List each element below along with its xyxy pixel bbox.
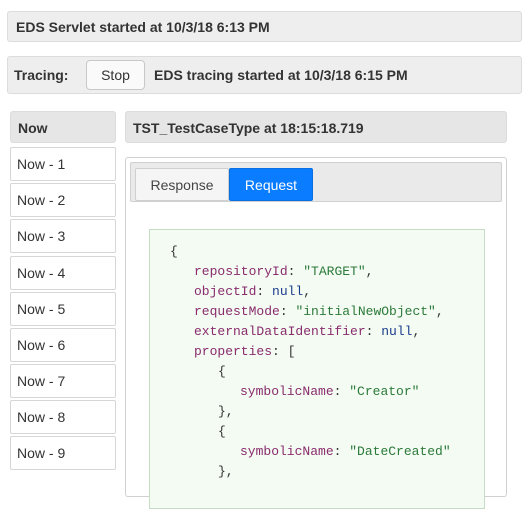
code-line: objectId: null, (194, 284, 312, 299)
detail-panel: Response Request { repositoryId: "TARGET… (125, 157, 507, 509)
request-list-item[interactable]: Now - 5 (10, 292, 116, 326)
tracing-status-text: EDS tracing started at 10/3/18 6:15 PM (154, 67, 408, 83)
request-list-item[interactable]: Now - 2 (10, 183, 116, 217)
code-line: { (218, 364, 226, 379)
code-line: repositoryId: "TARGET", (194, 264, 374, 279)
request-json-view: { repositoryId: "TARGET", objectId: null… (149, 229, 485, 509)
tab-response[interactable]: Response (135, 168, 229, 201)
detail-title: TST_TestCaseType at 18:15:18.719 (125, 111, 507, 143)
request-list-item[interactable]: Now - 4 (10, 256, 116, 290)
code-line: properties: [ (194, 344, 296, 359)
servlet-status-text: EDS Servlet started at 10/3/18 6:13 PM (16, 19, 270, 35)
code-line: requestMode: "initialNewObject", (194, 304, 444, 319)
tab-request[interactable]: Request (229, 168, 313, 201)
tracing-bar: Tracing: Stop EDS tracing started at 10/… (7, 56, 522, 94)
request-list-item[interactable]: Now - 1 (10, 147, 116, 181)
code-line: { (218, 424, 226, 439)
request-list-item[interactable]: Now - 6 (10, 328, 116, 362)
code-line: symbolicName: "DateCreated" (240, 444, 451, 459)
tracing-label: Tracing: (14, 67, 69, 83)
stop-tracing-button[interactable]: Stop (86, 60, 145, 90)
code-line: { (170, 244, 178, 259)
code-line: }, (218, 404, 234, 419)
code-line: symbolicName: "Creator" (240, 384, 420, 399)
request-list-item[interactable]: Now - 3 (10, 219, 116, 253)
code-line: }, (218, 464, 234, 479)
code-line: externalDataIdentifier: null, (194, 324, 421, 339)
request-list-item[interactable]: Now - 8 (10, 400, 116, 434)
request-list-item[interactable]: Now - 9 (10, 436, 116, 470)
request-list-header: Now (10, 111, 116, 143)
detail-tabs: Response Request (130, 162, 502, 202)
servlet-status-bar: EDS Servlet started at 10/3/18 6:13 PM (7, 11, 522, 42)
request-list-item[interactable]: Now - 7 (10, 364, 116, 398)
